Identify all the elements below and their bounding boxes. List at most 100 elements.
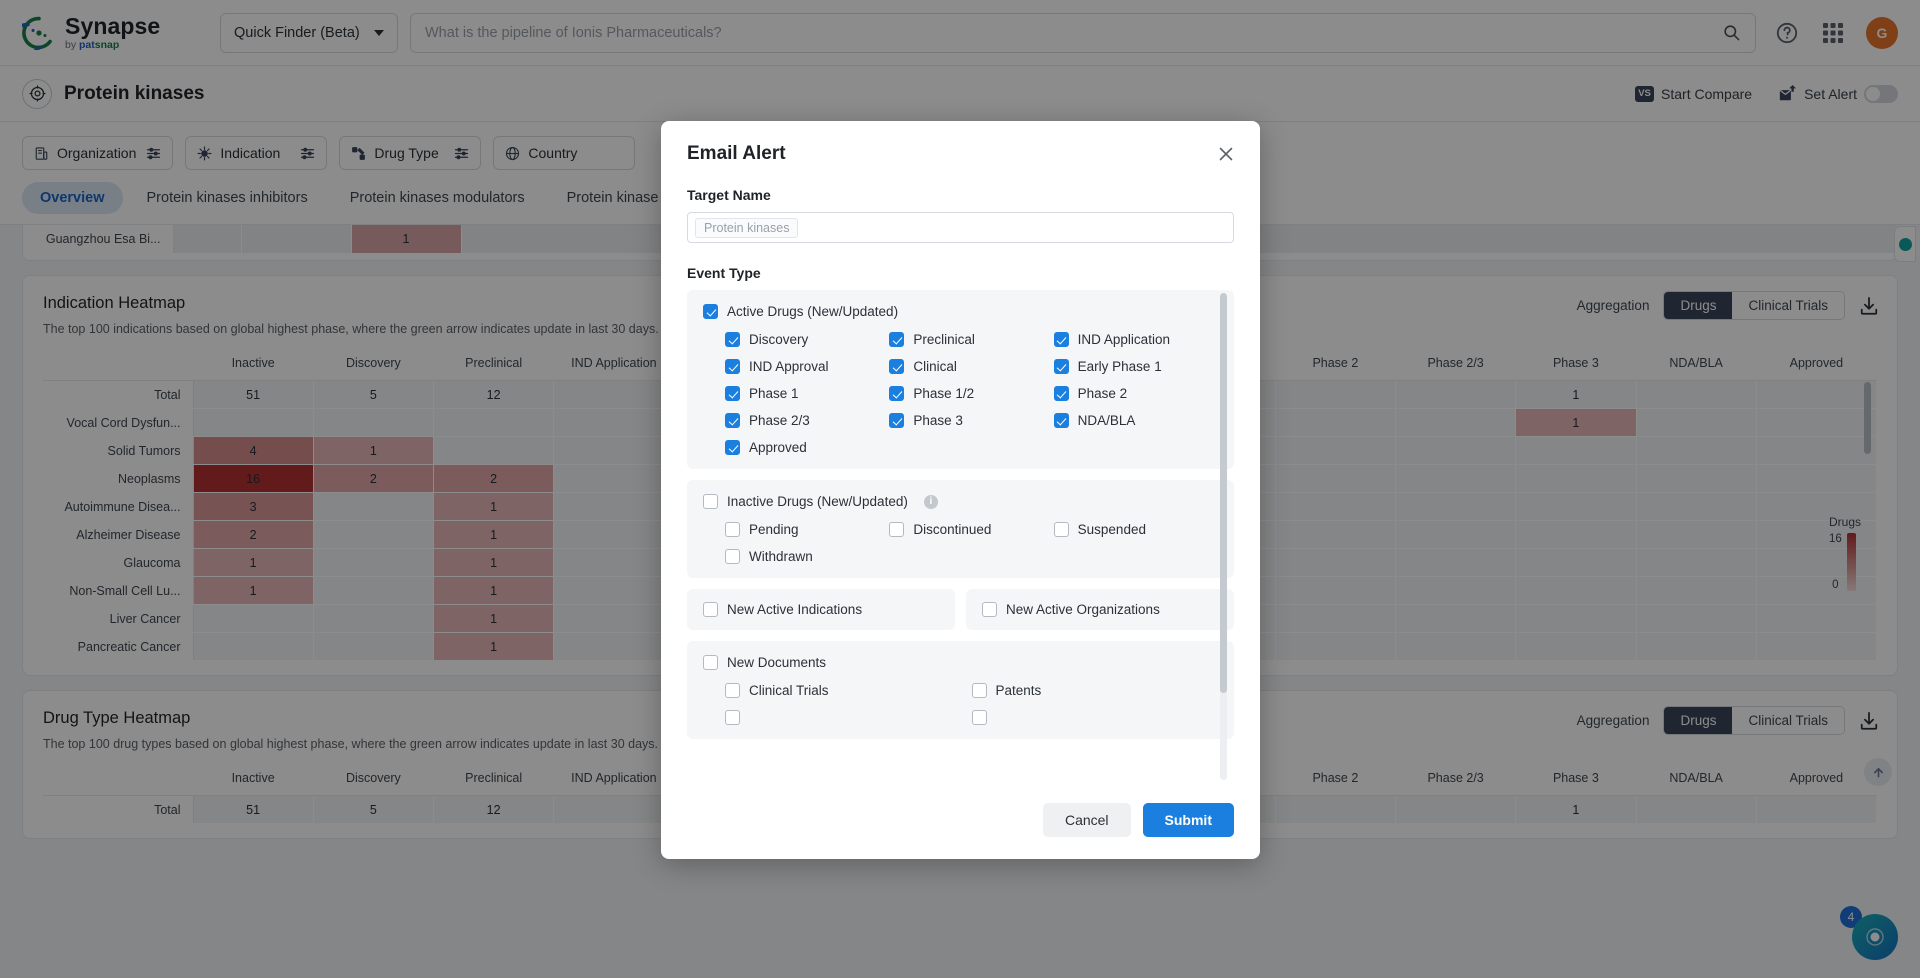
checkbox-phase-3[interactable]: Phase 3 (889, 413, 1053, 428)
checkbox-box[interactable] (725, 332, 740, 347)
checkbox-box[interactable] (725, 386, 740, 401)
checkbox-label: Pending (749, 522, 799, 537)
checkbox-ind-approval[interactable]: IND Approval (725, 359, 889, 374)
checkbox-new-documents[interactable]: New Documents (703, 655, 1218, 670)
event-half-new-active-indications: New Active Indications (687, 589, 955, 630)
checkbox-label: IND Application (1077, 332, 1170, 347)
event-group-active-drugs: Active Drugs (New/Updated) Discovery Precl… (687, 290, 1234, 469)
checkbox-label: Phase 2/3 (749, 413, 810, 428)
checkbox-new-active-indications[interactable]: New Active Indications (703, 602, 939, 617)
checkbox-label: Discovery (749, 332, 809, 347)
checkbox-discovery[interactable]: Discovery (725, 332, 889, 347)
checkbox-box[interactable] (889, 386, 905, 401)
checkbox-label: Clinical Trials (749, 683, 829, 698)
checkbox-box[interactable] (1053, 332, 1069, 347)
checkbox-label: Phase 3 (913, 413, 963, 428)
checkbox-box[interactable] (982, 602, 997, 617)
checkbox-active-drugs-new-updated[interactable]: Active Drugs (New/Updated) (703, 304, 1218, 319)
event-half-new-active-organizations: New Active Organizations (966, 589, 1234, 630)
cancel-button[interactable]: Cancel (1042, 803, 1131, 837)
checkbox-box[interactable] (725, 549, 740, 564)
checkbox-label: Suspended (1077, 522, 1146, 537)
checkbox-box[interactable] (1053, 386, 1069, 401)
checkbox-box[interactable] (725, 440, 740, 455)
event-group-inactive-drugs: Inactive Drugs (New/Updated) i Pending Disc… (687, 480, 1234, 578)
checkbox-phase-1[interactable]: Phase 1 (725, 386, 889, 401)
checkbox-label: NDA/BLA (1077, 413, 1136, 428)
checkbox-label: New Documents (727, 655, 827, 670)
target-name-field[interactable]: Protein kinases (687, 212, 1234, 243)
modal-header: Email Alert (661, 121, 1260, 165)
checkbox-box[interactable] (971, 710, 987, 725)
checkbox-label: Patents (995, 683, 1042, 698)
submit-button[interactable]: Submit (1142, 803, 1234, 837)
checkbox-clinical[interactable]: Clinical (889, 359, 1053, 374)
checkbox-box[interactable] (703, 494, 718, 509)
checkbox-pending[interactable]: Pending (725, 522, 889, 537)
modal-scrollbar[interactable] (1220, 293, 1227, 780)
checkbox-withdrawn[interactable]: Withdrawn (725, 549, 889, 564)
checkbox-box[interactable] (725, 710, 740, 725)
checkbox-label: Phase 1/2 (913, 386, 975, 401)
event-type-scroll-area[interactable]: Active Drugs (New/Updated) Discovery Precl… (687, 290, 1234, 780)
event-type-label: Event Type (687, 265, 761, 281)
checkbox-label: New Active Indications (727, 602, 863, 617)
checkbox-box[interactable] (971, 683, 987, 698)
checkbox-label: Phase 1 (749, 386, 799, 401)
modal-scrollbar-thumb[interactable] (1220, 293, 1227, 693)
checkbox-discontinued[interactable]: Discontinued (889, 522, 1053, 537)
info-icon[interactable]: i (923, 494, 938, 509)
checkbox-inactive-drugs-new-updated[interactable]: Inactive Drugs (New/Updated) i (703, 494, 1218, 509)
checkbox-phase-2-3[interactable]: Phase 2/3 (725, 413, 889, 428)
checkbox-new-active-organizations[interactable]: New Active Organizations (982, 602, 1218, 617)
checkbox-label: Withdrawn (749, 549, 813, 564)
checkbox-box[interactable] (725, 522, 740, 537)
checkbox-label: Clinical (913, 359, 957, 374)
event-group-children: Clinical Trials Patents (703, 683, 1218, 725)
event-group-new-documents: New Documents Clinical Trials Patents (687, 641, 1234, 739)
target-name-chip: Protein kinases (695, 217, 799, 238)
checkbox-box[interactable] (889, 413, 905, 428)
checkbox-box[interactable] (889, 522, 905, 537)
checkbox-box[interactable] (889, 359, 905, 374)
checkbox-box[interactable] (1053, 359, 1069, 374)
checkbox-box[interactable] (889, 332, 905, 347)
checkbox-box[interactable] (1053, 522, 1069, 537)
checkbox-box[interactable] (725, 683, 740, 698)
modal-footer: Cancel Submit (661, 787, 1260, 859)
checkbox-ind-application[interactable]: IND Application (1053, 332, 1218, 347)
checkbox-label: Active Drugs (New/Updated) (727, 304, 899, 319)
checkbox-clinical-trials[interactable]: Clinical Trials (725, 683, 972, 698)
event-group-split-row: New Active Indications New Active Organiz… (687, 589, 1234, 630)
checkbox-nda-bla[interactable]: NDA/BLA (1053, 413, 1218, 428)
close-icon[interactable] (1214, 142, 1238, 166)
modal-title: Email Alert (687, 143, 786, 164)
checkbox-box[interactable] (703, 304, 718, 319)
checkbox-preclinical[interactable]: Preclinical (889, 332, 1053, 347)
checkbox-partial-a[interactable] (725, 710, 972, 725)
checkbox-box[interactable] (703, 655, 718, 670)
checkbox-phase-2[interactable]: Phase 2 (1053, 386, 1218, 401)
event-group-children: Discovery Preclinical IND Application IND A… (703, 332, 1218, 455)
checkbox-label: New Active Organizations (1006, 602, 1160, 617)
event-group-children: Pending Discontinued Suspended Withdrawn (703, 522, 1218, 564)
checkbox-label: Discontinued (913, 522, 992, 537)
checkbox-box[interactable] (725, 413, 740, 428)
checkbox-label: Early Phase 1 (1077, 359, 1162, 374)
checkbox-label: Preclinical (913, 332, 975, 347)
checkbox-box[interactable] (1053, 413, 1069, 428)
email-alert-modal: Email Alert Target Name Protein kinases … (661, 121, 1260, 859)
checkbox-label: Inactive Drugs (New/Updated) (727, 494, 908, 509)
checkbox-box[interactable] (725, 359, 740, 374)
target-name-label: Target Name (687, 187, 771, 203)
checkbox-patents[interactable]: Patents (971, 683, 1219, 698)
checkbox-suspended[interactable]: Suspended (1053, 522, 1218, 537)
checkbox-early-phase-1[interactable]: Early Phase 1 (1053, 359, 1218, 374)
checkbox-box[interactable] (703, 602, 718, 617)
checkbox-phase-1-2[interactable]: Phase 1/2 (889, 386, 1053, 401)
checkbox-label: Phase 2 (1077, 386, 1128, 401)
checkbox-partial-b[interactable] (971, 710, 1219, 725)
checkbox-label: Approved (749, 440, 807, 455)
modal-body: Target Name Protein kinases Event Type A… (661, 165, 1260, 787)
checkbox-approved[interactable]: Approved (725, 440, 889, 455)
